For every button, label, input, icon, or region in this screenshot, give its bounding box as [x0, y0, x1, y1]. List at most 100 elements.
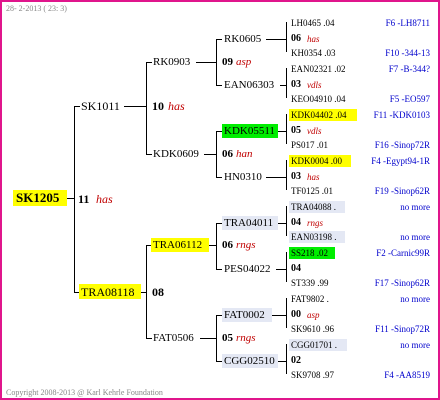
gen3-connector-0: [266, 39, 286, 40]
gen4-bracket-5: [286, 252, 287, 282]
gen4-top-5[interactable]: SS218 .02: [291, 247, 328, 259]
gen4-num-0: 06: [291, 33, 301, 44]
gen2-tick-1: [146, 154, 152, 155]
gen3-name-5[interactable]: PES04022: [224, 263, 270, 275]
gen4-bot-3[interactable]: TF0125 .01: [291, 185, 333, 197]
gen3-connector-6: [272, 315, 286, 316]
gen4-botr-6[interactable]: F11 -Sinop72R: [375, 323, 430, 335]
gen4-top-1[interactable]: EAN02321 .02: [291, 63, 346, 75]
gen1-name-1[interactable]: TRA08118: [81, 286, 135, 298]
gen1-lbl-0: has: [168, 99, 185, 113]
gen4-topr-6[interactable]: no more: [400, 293, 430, 305]
gen2-connector-3: [200, 338, 216, 339]
gen2-bracket-1: [216, 131, 217, 177]
gen3-connector-3: [266, 177, 286, 178]
gen3-name-2[interactable]: KDK05511: [224, 125, 275, 137]
gen4-lbl-6: asp: [307, 310, 320, 320]
gen3-tick-0: [216, 39, 222, 40]
gen4-lbl-2: vdls: [307, 126, 322, 136]
gen2-lbl-0: asp: [236, 56, 252, 68]
gen3-name-4[interactable]: TRA04011: [224, 217, 273, 229]
gen4-top-4[interactable]: TRA04088 .: [291, 201, 336, 213]
gen4-lbl-3: has: [307, 172, 320, 182]
gen4-topr-0[interactable]: F6 -LH8711: [386, 17, 430, 29]
gen4-num-5: 04: [291, 263, 301, 274]
gen4-topr-3[interactable]: F4 -Egypt94-1R: [371, 155, 430, 167]
gen1-connector-0: [124, 106, 146, 107]
gen4-bot-4[interactable]: EAN03198 .: [291, 231, 337, 243]
gen4-topr-4[interactable]: no more: [400, 201, 430, 213]
gen3-name-0[interactable]: RK0605: [224, 33, 261, 45]
gen4-num-6: 00: [291, 309, 301, 320]
gen2-num-0: 09: [222, 56, 233, 68]
gen3-name-3[interactable]: HN0310: [224, 171, 262, 183]
gen4-bracket-3: [286, 160, 287, 190]
gen4-bot-0[interactable]: KH0354 .03: [291, 47, 336, 59]
gen4-num-4: 04: [291, 217, 301, 228]
gen3-connector-7: [278, 361, 286, 362]
gen2-bracket-0: [216, 39, 217, 85]
gen2-name-2[interactable]: TRA06112: [153, 239, 202, 251]
gen3-tick-3: [216, 177, 222, 178]
gen4-bracket-6: [286, 298, 287, 328]
gen4-botr-4[interactable]: no more: [400, 231, 430, 243]
copyright-footer: Copyright 2008-2013 @ Karl Kehrle Founda…: [6, 388, 163, 397]
gen4-topr-5[interactable]: F2 -Carnic99R: [376, 247, 430, 259]
gen4-top-3[interactable]: KDK0004 .00: [291, 155, 342, 167]
gen4-bracket-2: [286, 114, 287, 144]
gen4-bracket-1: [286, 68, 287, 98]
gen2-bracket-2: [216, 223, 217, 269]
gen4-topr-1[interactable]: F7 -B-344?: [389, 63, 430, 75]
gen4-bracket-4: [286, 206, 287, 236]
gen2-num-1: 06: [222, 148, 233, 160]
gen4-botr-7[interactable]: F4 -AA8519: [384, 369, 430, 381]
date-stamp: 28- 2-2013 ( 23: 3): [6, 4, 67, 13]
gen2-num-2: 06: [222, 239, 233, 251]
gen2-name-1[interactable]: KDK0609: [153, 148, 199, 160]
gen4-botr-2[interactable]: F16 -Sinop72R: [375, 139, 430, 151]
gen4-top-2[interactable]: KDK04402 .04: [291, 109, 347, 121]
gen3-name-1[interactable]: EAN06303: [224, 79, 274, 91]
gen4-bot-5[interactable]: ST339 .99: [291, 277, 329, 289]
gen2-tick-0: [146, 62, 152, 63]
gen4-topr-7[interactable]: no more: [400, 339, 430, 351]
gen3-connector-4: [278, 223, 286, 224]
gen4-top-6[interactable]: FAT9802 .: [291, 293, 329, 305]
gen1-num-0: 10: [152, 99, 164, 113]
gen4-top-0[interactable]: LH0465 .04: [291, 17, 335, 29]
gen4-botr-1[interactable]: F5 -EO597: [390, 93, 430, 105]
gen1-bracket-0: [146, 62, 147, 154]
gen4-num-3: 03: [291, 171, 301, 182]
gen2-lbl-3: rngs: [236, 332, 256, 344]
gen1-bracket-1: [146, 245, 147, 338]
gen4-bot-7[interactable]: SK9708 .97: [291, 369, 334, 381]
gen2-connector-0: [196, 62, 216, 63]
gen4-bot-1[interactable]: KEO04910 .04: [291, 93, 346, 105]
gen3-connector-2: [278, 131, 286, 132]
gen4-lbl-1: vdls: [307, 80, 322, 90]
gen2-name-0[interactable]: RK0903: [153, 56, 190, 68]
gen2-connector-1: [204, 154, 216, 155]
gen2-num-3: 05: [222, 332, 233, 344]
gen3-connector-5: [276, 269, 286, 270]
gen4-botr-3[interactable]: F19 -Sinop62R: [375, 185, 430, 197]
gen4-top-7[interactable]: CGG01701 .: [291, 339, 337, 351]
gen3-name-7[interactable]: CGG02510: [224, 355, 275, 367]
gen4-topr-2[interactable]: F11 -KDK0103: [374, 109, 430, 121]
gen2-lbl-2: rngs: [236, 239, 256, 251]
gen2-name-3[interactable]: FAT0506: [153, 332, 194, 344]
gen4-botr-5[interactable]: F17 -Sinop62R: [375, 277, 430, 289]
gen4-lbl-4: rngs: [307, 218, 324, 228]
gen1-name-0[interactable]: SK1011: [81, 100, 120, 112]
gen4-lbl-0: has: [307, 34, 320, 44]
root-name[interactable]: SK1205: [16, 191, 59, 204]
root-lbl: has: [96, 192, 113, 206]
gen4-bot-6[interactable]: SK9610 .96: [291, 323, 334, 335]
gen4-num-1: 03: [291, 79, 301, 90]
root-bracket: [74, 106, 75, 292]
gen3-name-6[interactable]: FAT0002: [224, 309, 265, 321]
gen4-num-2: 05: [291, 125, 301, 136]
gen4-num-7: 02: [291, 355, 301, 366]
gen4-botr-0[interactable]: F10 -344-13: [385, 47, 430, 59]
gen4-bot-2[interactable]: PS017 .01: [291, 139, 328, 151]
